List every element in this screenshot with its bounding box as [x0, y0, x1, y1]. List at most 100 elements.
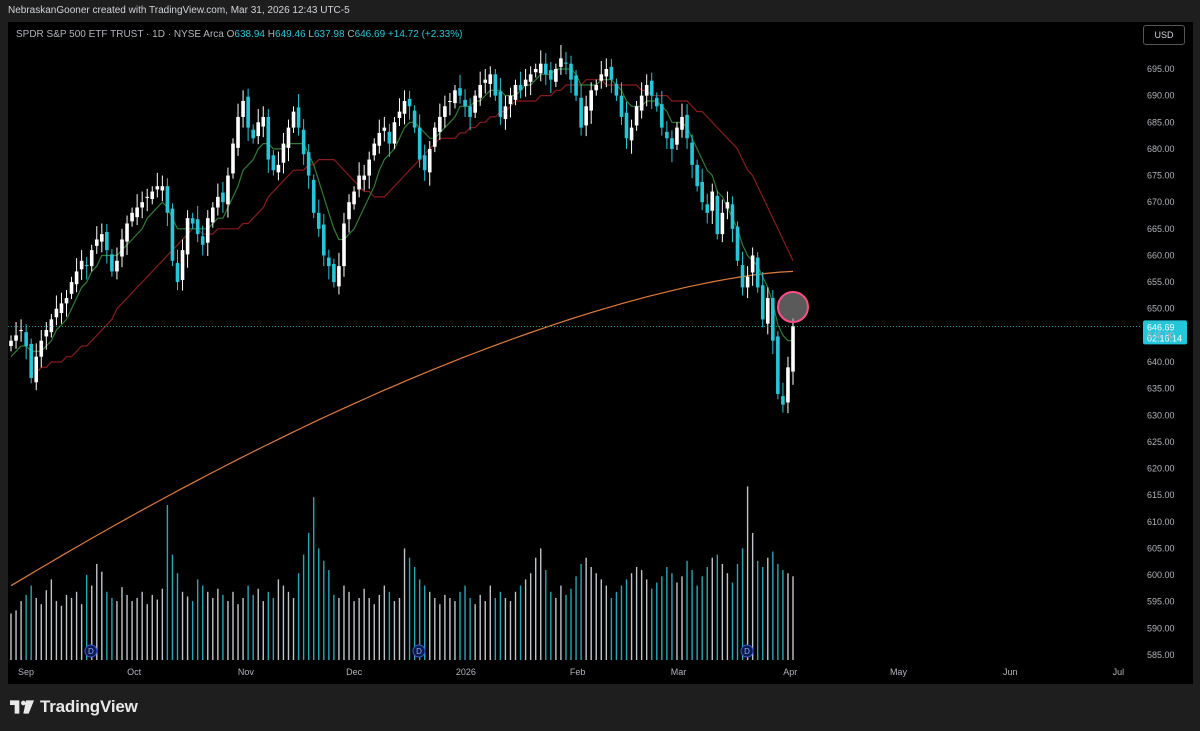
- volume-bar: [408, 557, 411, 660]
- candle: [730, 196, 735, 243]
- volume-bar: [686, 560, 688, 660]
- candle-body: [221, 192, 225, 203]
- candle-body: [195, 219, 200, 235]
- candle-body: [468, 106, 472, 117]
- candle: [94, 226, 99, 254]
- candle: [130, 207, 134, 227]
- candle-body: [569, 63, 573, 80]
- candle: [639, 82, 644, 119]
- candle: [473, 90, 477, 119]
- volume-bar: [701, 576, 703, 660]
- volume-bar: [595, 573, 597, 660]
- symbol-name[interactable]: SPDR S&P 500 ETF TRUST · 1D · NYSE Arca: [16, 29, 224, 40]
- volume-bar: [252, 594, 254, 660]
- volume-bar: [111, 598, 113, 660]
- y-tick-label-1: 690.00: [1147, 91, 1175, 101]
- volume-bar: [101, 571, 103, 660]
- candle-body: [79, 260, 84, 270]
- candle: [281, 132, 286, 174]
- candle: [216, 183, 220, 216]
- candle: [34, 343, 39, 391]
- volume-bar: [141, 591, 143, 660]
- candle-body: [483, 79, 488, 83]
- candle: [337, 252, 341, 295]
- candle-body: [715, 195, 720, 235]
- candle-body: [498, 91, 503, 117]
- candle: [765, 287, 770, 335]
- x-tick-label-0: Sep: [18, 667, 34, 677]
- candle-body: [377, 132, 382, 146]
- candle: [685, 104, 689, 149]
- volume-bar: [70, 598, 73, 660]
- candle-body: [271, 155, 276, 171]
- volume-bar: [333, 594, 335, 660]
- volume-bar: [262, 601, 264, 660]
- volume-bar: [267, 591, 270, 660]
- candle-body: [231, 143, 235, 174]
- candle: [100, 223, 104, 253]
- volume-bar: [560, 585, 562, 660]
- candle-body: [523, 79, 528, 87]
- candle: [246, 88, 250, 141]
- candle-body: [619, 95, 624, 117]
- candle: [604, 58, 609, 88]
- price-chart[interactable]: 646.6902:16:14D D D 695.00690.00685.00680.…: [0, 0, 1200, 731]
- volume-bar: [504, 598, 507, 660]
- open-value: 638.94: [234, 29, 265, 40]
- x-tick-label-8: May: [890, 667, 908, 677]
- volume-bar: [131, 601, 133, 660]
- volume-bar: [207, 591, 209, 660]
- dividend-marker-label: D: [744, 647, 750, 656]
- volume-bar: [681, 576, 683, 660]
- candle-body: [771, 298, 775, 341]
- volume-bar: [398, 598, 401, 660]
- volume-bar: [605, 585, 608, 660]
- candle: [579, 84, 583, 136]
- volume-bar: [661, 576, 663, 660]
- candle-body: [533, 69, 538, 73]
- candle: [554, 63, 558, 88]
- candle-body: [301, 129, 306, 155]
- candle-body: [493, 74, 498, 96]
- y-tick-label-11: 640.00: [1147, 357, 1175, 367]
- symbol-legend[interactable]: SPDR S&P 500 ETF TRUST · 1D · NYSE Arca …: [16, 29, 462, 40]
- candle-body: [362, 175, 366, 180]
- candle: [483, 69, 488, 94]
- candle: [19, 319, 23, 342]
- y-tick-label-4: 675.00: [1147, 171, 1175, 181]
- candle-body: [105, 232, 109, 251]
- volume-bar: [257, 588, 259, 660]
- volume-bar: [10, 613, 12, 660]
- candle-body: [306, 152, 311, 176]
- volume-bar: [474, 604, 476, 660]
- volume-bar: [550, 591, 552, 660]
- candle-body: [337, 266, 341, 287]
- candle-body: [554, 69, 558, 82]
- volume-bar: [524, 579, 527, 660]
- currency-button[interactable]: USD: [1143, 25, 1185, 45]
- volume-bar: [691, 570, 693, 660]
- x-tick-label-4: 2026: [456, 667, 476, 677]
- y-tick-label-0: 695.00: [1147, 64, 1175, 74]
- candle: [362, 164, 366, 191]
- candle: [200, 225, 205, 256]
- candle-body: [367, 159, 372, 176]
- volume-bar: [792, 576, 794, 660]
- volume-bar: [726, 573, 729, 660]
- volume-bar: [696, 585, 698, 660]
- volume-bar: [222, 594, 224, 660]
- candle-body: [89, 250, 94, 267]
- footer-branding[interactable]: TradingView: [10, 697, 138, 717]
- candle-body: [528, 74, 533, 82]
- volume-bar: [439, 604, 441, 660]
- volume-bar: [635, 567, 638, 660]
- candle-body: [266, 116, 271, 160]
- y-tick-label-8: 655.00: [1147, 277, 1175, 287]
- volume-bar: [156, 599, 159, 660]
- candle: [453, 84, 457, 109]
- candle-body: [407, 98, 412, 107]
- candle: [463, 89, 467, 117]
- volume-bar: [106, 591, 108, 660]
- candle-body: [538, 63, 543, 74]
- candle-body: [634, 106, 639, 126]
